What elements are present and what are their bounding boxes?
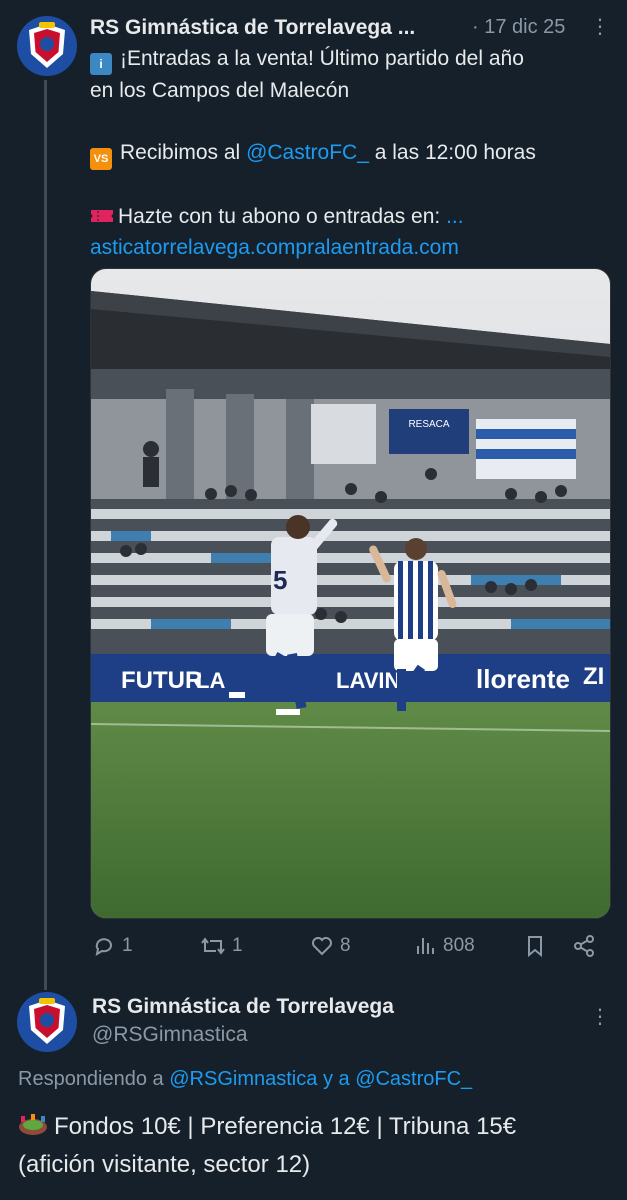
replying-prefix: Respondiendo a [18,1068,164,1090]
views-icon [417,938,434,954]
timestamp[interactable]: · 17 dic 25 [472,16,565,39]
reply-and: y a [322,1068,350,1090]
like-button[interactable]: 8 [310,934,351,958]
reply-icon [95,938,112,957]
share-icon [574,935,594,957]
views-count: 808 [443,935,475,956]
share-button[interactable] [572,934,596,958]
author-avatar[interactable] [17,16,77,76]
info-icon: i [90,53,112,75]
reply-body: Fondos 10€ | Preferencia 12€ | Tribuna 1… [18,1108,618,1184]
reply-line-2: (afición visitante, sector 12) [18,1151,311,1178]
tweet-body: i ¡Entradas a la venta! Último partido de… [90,43,610,263]
more-options-icon[interactable]: ⋮ [590,14,610,39]
heart-icon [312,937,332,956]
replying-to: Respondiendo a @RSGimnastica y a @Castro… [18,1068,472,1091]
vs-icon: VS [90,148,112,170]
club-crest-icon [29,22,65,68]
football-photo: RESACA FUTUR LA LAVIN llorente ZI 5 [91,269,610,918]
ticket-text: Hazte con tu abono o entradas en: [118,205,441,228]
reply-button[interactable]: 1 [92,934,133,958]
reply-count: 1 [122,935,133,956]
author-name[interactable]: RS Gimnástica de Torrelavega ... [90,16,415,40]
bookmark-icon [528,936,542,958]
ticket-link[interactable]: asticatorrelavega.compralaentrada.com [90,232,610,263]
banner-lavin: LAVIN [336,668,400,693]
tweet-line-1: ¡Entradas a la venta! Último partido del… [120,47,524,70]
reply-line-1: Fondos 10€ | Preferencia 12€ | Tribuna 1… [54,1113,517,1140]
like-count: 8 [340,935,351,956]
svg-text:5: 5 [273,565,287,595]
thread-line [44,80,47,990]
retweet-count: 1 [232,935,243,956]
banner-llorente: llorente [476,664,570,694]
banner-resaca: RESACA [408,419,449,430]
views-button[interactable]: 808 [415,934,475,958]
banner-futur: FUTUR [121,667,202,694]
retweet-button[interactable]: 1 [200,934,243,958]
tweet-photo[interactable]: RESACA FUTUR LA LAVIN llorente ZI 5 [90,268,611,919]
retweet-icon [201,937,225,955]
author-handle[interactable]: @RSGimnastica [92,1023,248,1047]
more-options-icon-2[interactable]: ⋮ [590,1004,610,1029]
reply-mention-1[interactable]: @RSGimnastica [169,1068,317,1090]
mention-castrofc[interactable]: @CastroFC_ [246,141,369,164]
bookmark-button[interactable] [524,934,546,958]
banner-zi: ZI [583,663,604,690]
ticket-icon [90,202,114,222]
vs-suffix: a las 12:00 horas [374,141,536,164]
ticket-ellipsis[interactable]: ... [446,205,464,228]
club-crest-icon [29,998,65,1044]
vs-prefix: Recibimos al [120,141,241,164]
tweet-line-2: en los Campos del Malecón [90,79,350,102]
stadium-icon [18,1111,48,1135]
author-avatar-2[interactable] [17,992,77,1052]
reply-mention-2[interactable]: @CastroFC_ [355,1068,472,1090]
svg-text:LA: LA [196,668,225,693]
author-name-2[interactable]: RS Gimnástica de Torrelavega [92,995,394,1019]
